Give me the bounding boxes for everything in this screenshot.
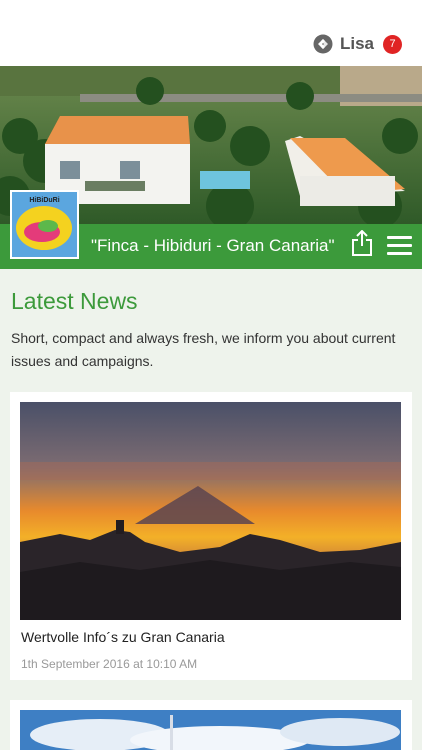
share-icon[interactable] [351, 230, 373, 256]
site-logo[interactable]: HiBiDuRi [10, 190, 79, 259]
news-image[interactable] [20, 402, 401, 620]
news-card[interactable] [10, 700, 412, 750]
news-date: 1th September 2016 at 10:10 AM [21, 657, 198, 671]
top-bar: Lisa 7 [0, 0, 422, 66]
section-title: Latest News [11, 288, 138, 314]
news-image[interactable] [20, 710, 401, 750]
menu-bar [387, 244, 412, 247]
news-card[interactable]: Wertvolle Info´s zu Gran Canaria 1th Sep… [10, 392, 412, 680]
site-title: "Finca - Hibiduri - Gran Canaria" [91, 236, 335, 255]
user-menu[interactable]: Lisa 7 [313, 32, 402, 56]
news-title[interactable]: Wertvolle Info´s zu Gran Canaria [21, 629, 225, 645]
user-name: Lisa [339, 34, 374, 53]
logo-text: HiBiDuRi [29, 197, 60, 204]
menu-bar [387, 252, 412, 255]
hamburger-menu-icon[interactable] [387, 236, 412, 256]
menu-bar [387, 236, 412, 239]
notification-badge[interactable]: 7 [383, 34, 402, 54]
section-intro: Short, compact and always fresh, we info… [11, 330, 396, 369]
sync-icon [313, 34, 333, 54]
